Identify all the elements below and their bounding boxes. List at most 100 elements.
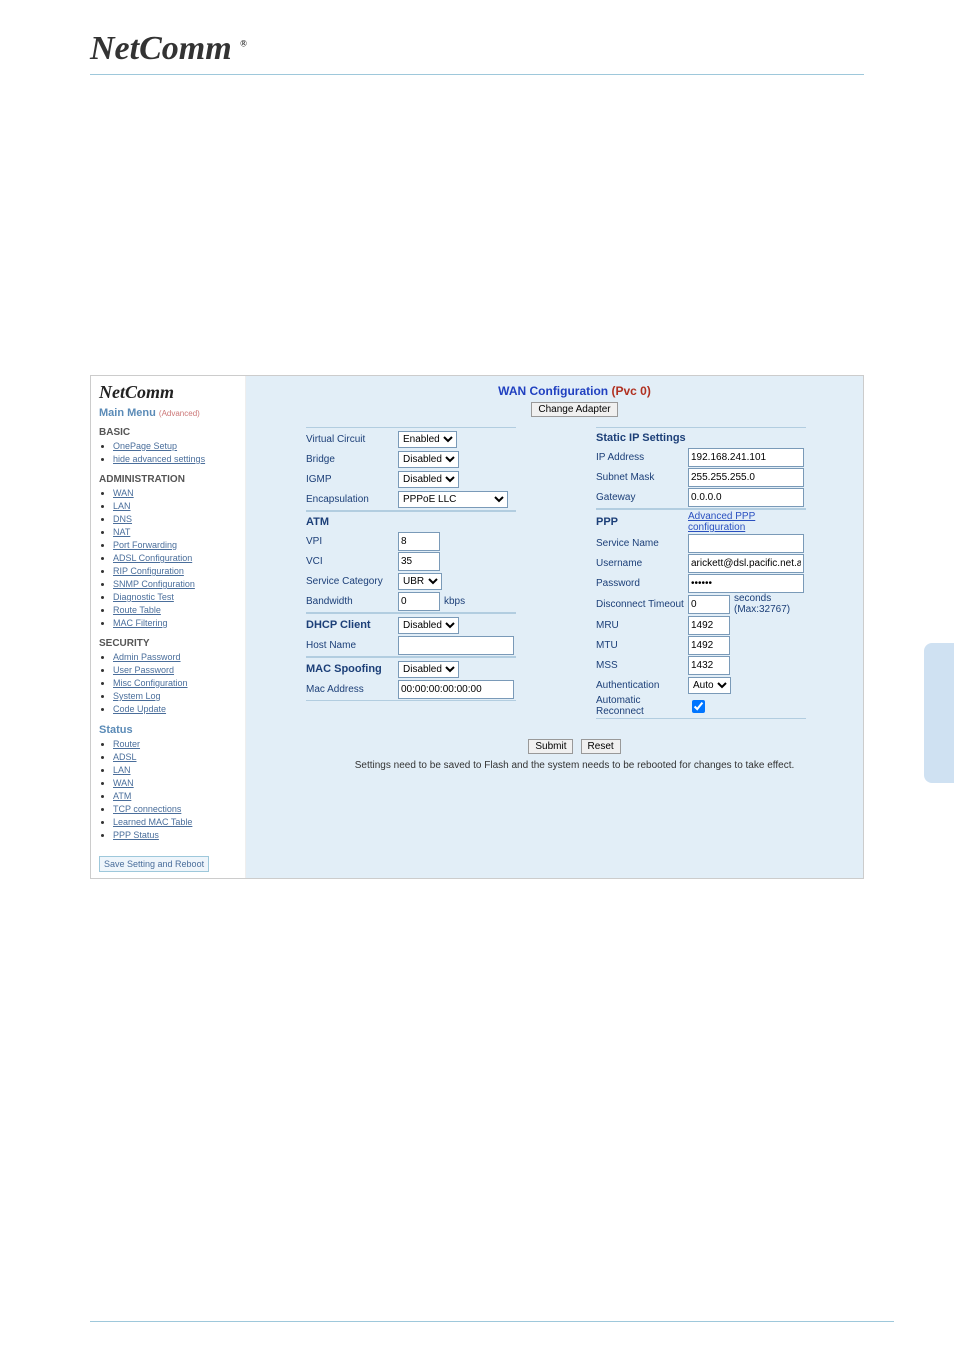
field-label: VCI bbox=[306, 556, 398, 567]
field-label: Authentication bbox=[596, 680, 688, 691]
brand-logo: NetComm ® bbox=[90, 30, 864, 75]
field-label: VPI bbox=[306, 536, 398, 547]
field-input[interactable]: UBR bbox=[398, 573, 442, 590]
nav-link[interactable]: ADSL bbox=[113, 752, 137, 762]
footer-rule bbox=[90, 1321, 894, 1322]
nav-link[interactable]: Admin Password bbox=[113, 652, 181, 662]
nav-link[interactable]: WAN bbox=[113, 778, 134, 788]
field-label: DHCP Client bbox=[306, 619, 398, 631]
nav-link[interactable]: ADSL Configuration bbox=[113, 553, 192, 563]
field-input[interactable] bbox=[398, 552, 440, 571]
field-input[interactable]: Disabled bbox=[398, 451, 459, 468]
field-input[interactable]: Disabled bbox=[398, 471, 459, 488]
field-input[interactable] bbox=[398, 636, 514, 655]
field-input[interactable] bbox=[692, 700, 705, 713]
field-input[interactable]: Auto bbox=[688, 677, 731, 694]
save-reboot-button[interactable]: Save Setting and Reboot bbox=[99, 856, 209, 872]
nav-link[interactable]: WAN bbox=[113, 488, 134, 498]
nav-link[interactable]: LAN bbox=[113, 765, 131, 775]
nav-link[interactable]: Learned MAC Table bbox=[113, 817, 192, 827]
field-input[interactable] bbox=[688, 616, 730, 635]
nav-link[interactable]: NAT bbox=[113, 527, 130, 537]
advanced-ppp-link[interactable]: Advanced PPP configuration bbox=[688, 511, 806, 533]
submit-button[interactable]: Submit bbox=[528, 739, 573, 754]
field-input[interactable] bbox=[688, 488, 804, 507]
field-label: MAC Spoofing bbox=[306, 663, 398, 675]
field-label: Mac Address bbox=[306, 684, 398, 695]
field-label: Automatic Reconnect bbox=[596, 695, 688, 717]
nav-link[interactable]: Router bbox=[113, 739, 140, 749]
field-input[interactable] bbox=[688, 554, 804, 573]
field-input[interactable]: Enabled bbox=[398, 431, 457, 448]
nav-link[interactable]: SNMP Configuration bbox=[113, 579, 195, 589]
field-input[interactable]: Disabled bbox=[398, 617, 459, 634]
field-label: Gateway bbox=[596, 492, 688, 503]
nav-link[interactable]: TCP connections bbox=[113, 804, 181, 814]
field-label: Bridge bbox=[306, 454, 398, 465]
field-suffix: kbps bbox=[444, 596, 465, 607]
field-label: MRU bbox=[596, 620, 688, 631]
field-label: Username bbox=[596, 558, 688, 569]
field-label: Bandwidth bbox=[306, 596, 398, 607]
reset-button[interactable]: Reset bbox=[581, 739, 621, 754]
nav-link[interactable]: User Password bbox=[113, 665, 174, 675]
field-suffix: seconds (Max:32767) bbox=[734, 593, 806, 615]
nav-link[interactable]: Route Table bbox=[113, 605, 161, 615]
nav-link[interactable]: DNS bbox=[113, 514, 132, 524]
field-label: Password bbox=[596, 578, 688, 589]
nav-link[interactable]: PPP Status bbox=[113, 830, 159, 840]
side-tab-decoration bbox=[924, 643, 954, 783]
atm-heading: ATM bbox=[306, 513, 516, 531]
field-input[interactable] bbox=[688, 656, 730, 675]
nav-link[interactable]: Misc Configuration bbox=[113, 678, 188, 688]
field-input[interactable] bbox=[398, 592, 440, 611]
field-label: IP Address bbox=[596, 452, 688, 463]
nav-link[interactable]: Diagnostic Test bbox=[113, 592, 174, 602]
field-input[interactable] bbox=[688, 574, 804, 593]
main-panel: WAN Configuration (Pvc 0) Change Adapter… bbox=[246, 376, 863, 878]
field-input[interactable] bbox=[688, 448, 804, 467]
nav-link[interactable]: ATM bbox=[113, 791, 131, 801]
static-ip-heading: Static IP Settings bbox=[596, 429, 806, 447]
nav-link[interactable]: Port Forwarding bbox=[113, 540, 177, 550]
field-input[interactable] bbox=[398, 680, 514, 699]
nav-link[interactable]: Code Update bbox=[113, 704, 166, 714]
field-label: Host Name bbox=[306, 640, 398, 651]
main-menu-title: Main Menu (Advanced) bbox=[99, 407, 239, 419]
nav-link[interactable]: OnePage Setup bbox=[113, 441, 177, 451]
ppp-heading: PPP bbox=[596, 516, 688, 528]
left-column: Virtual CircuitEnabledBridgeDisabledIGMP… bbox=[306, 427, 516, 719]
section-security: SECURITY bbox=[99, 638, 239, 649]
page-title: WAN Configuration (Pvc 0) bbox=[306, 384, 843, 398]
field-label: IGMP bbox=[306, 474, 398, 485]
nav-link[interactable]: MAC Filtering bbox=[113, 618, 168, 628]
footnote-text: Settings need to be saved to Flash and t… bbox=[306, 760, 843, 771]
section-status: Status bbox=[99, 724, 239, 736]
nav-link[interactable]: System Log bbox=[113, 691, 161, 701]
field-label: Disconnect Timeout bbox=[596, 599, 688, 610]
nav-link[interactable]: LAN bbox=[113, 501, 131, 511]
field-input[interactable] bbox=[688, 595, 730, 614]
section-admin: ADMINISTRATION bbox=[99, 474, 239, 485]
field-input[interactable] bbox=[688, 468, 804, 487]
section-basic: BASIC bbox=[99, 427, 239, 438]
field-input[interactable] bbox=[688, 636, 730, 655]
field-label: Service Name bbox=[596, 538, 688, 549]
field-label: MSS bbox=[596, 660, 688, 671]
field-label: Service Category bbox=[306, 576, 398, 587]
sidebar-logo: NetComm bbox=[99, 382, 239, 403]
field-label: MTU bbox=[596, 640, 688, 651]
right-column: Static IP Settings IP Address Subnet Mask… bbox=[596, 427, 806, 719]
field-input[interactable]: PPPoE LLC bbox=[398, 491, 508, 508]
field-label: Virtual Circuit bbox=[306, 434, 398, 445]
change-adapter-button[interactable]: Change Adapter bbox=[531, 402, 617, 417]
nav-link[interactable]: RIP Configuration bbox=[113, 566, 184, 576]
field-input[interactable] bbox=[688, 534, 804, 553]
router-admin-screenshot: NetComm Main Menu (Advanced) BASIC OnePa… bbox=[90, 375, 864, 879]
field-input[interactable]: Disabled bbox=[398, 661, 459, 678]
field-label: Subnet Mask bbox=[596, 472, 688, 483]
field-input[interactable] bbox=[398, 532, 440, 551]
nav-link[interactable]: hide advanced settings bbox=[113, 454, 205, 464]
field-label: Encapsulation bbox=[306, 494, 398, 505]
sidebar: NetComm Main Menu (Advanced) BASIC OnePa… bbox=[91, 376, 246, 878]
